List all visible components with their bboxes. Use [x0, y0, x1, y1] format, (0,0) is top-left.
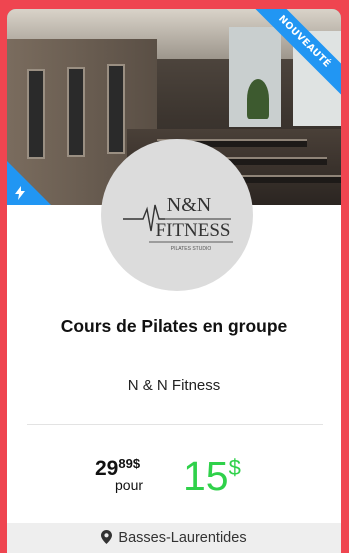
logo-brand-line2: FITNESS — [156, 220, 231, 241]
merchant-name: N & N Fitness — [127, 377, 221, 394]
deal-price-value: 15 — [183, 453, 229, 499]
original-price-dec: 89$ — [118, 456, 141, 471]
merchant-logo: N&N FITNESS PILATES STUDIO — [101, 139, 253, 291]
deal-card[interactable]: NOUVEAUTÉ N&N FITNESS PILATES STUDIO Cou… — [7, 9, 341, 553]
logo-brand-line1: N&N — [167, 194, 211, 216]
deal-price-currency: $ — [228, 455, 241, 480]
deal-price: 15$ — [183, 447, 241, 497]
per-label: pour — [115, 477, 144, 493]
logo-tagline: PILATES STUDIO — [171, 246, 212, 252]
divider — [27, 424, 323, 425]
deal-title[interactable]: Cours de Pilates en groupe — [7, 316, 341, 337]
lightning-icon — [15, 186, 25, 200]
location-bar: Basses-Laurentides — [7, 523, 341, 553]
new-ribbon: NOUVEAUTÉ — [241, 9, 341, 109]
map-pin-icon — [101, 530, 113, 544]
location-label: Basses-Laurentides — [118, 530, 247, 546]
new-badge: NOUVEAUTÉ — [243, 9, 341, 103]
